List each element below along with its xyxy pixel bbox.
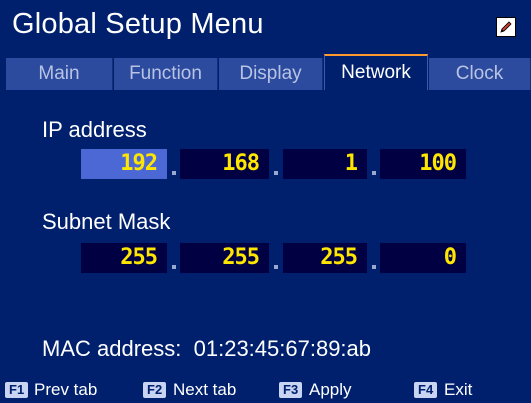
subnet-separator-2 — [274, 265, 278, 269]
f2-label: Next tab — [173, 380, 237, 399]
subnet-octet-2[interactable]: 255 — [180, 243, 269, 273]
ip-octet-1[interactable]: 192 — [81, 149, 167, 179]
ip-octet-3[interactable]: 1 — [283, 149, 367, 179]
ip-separator-1 — [172, 171, 176, 175]
tab-function[interactable]: Function — [114, 58, 218, 90]
subnet-octet-3[interactable]: 255 — [283, 243, 367, 273]
f2-key[interactable]: F2 — [143, 382, 167, 398]
f3-key[interactable]: F3 — [279, 382, 303, 398]
subnet-octet-1[interactable]: 255 — [81, 243, 167, 273]
subnet-separator-1 — [172, 265, 176, 269]
ip-octet-4[interactable]: 100 — [380, 149, 466, 179]
f4-label: Exit — [444, 380, 473, 399]
pencil-icon[interactable] — [496, 17, 516, 37]
ip-octet-2[interactable]: 168 — [180, 149, 269, 179]
window-title: Global Setup Menu — [12, 8, 264, 40]
title-bar: Global Setup Menu — [0, 0, 531, 50]
f4-key[interactable]: F4 — [414, 382, 438, 398]
ip-separator-2 — [274, 171, 278, 175]
f3-label: Apply — [309, 380, 352, 399]
tab-bar: Main Function Display Network Clock — [0, 54, 531, 90]
mac-address-row: MAC address: 01:23:45:67:89:ab — [42, 336, 371, 362]
f1-key[interactable]: F1 — [5, 382, 29, 398]
subnet-separator-3 — [372, 265, 376, 269]
tab-display[interactable]: Display — [219, 58, 323, 90]
function-key-bar: F1 Prev tab F2 Next tab F3 Apply F4 Exit — [0, 376, 531, 403]
ip-address-label: IP address — [42, 117, 147, 142]
f1-label: Prev tab — [34, 380, 98, 399]
ip-separator-3 — [372, 171, 376, 175]
mac-address-label: MAC address: — [42, 336, 182, 361]
tab-network[interactable]: Network — [324, 54, 428, 90]
mac-address-value: 01:23:45:67:89:ab — [193, 336, 372, 361]
subnet-octet-4[interactable]: 0 — [380, 243, 466, 273]
tab-clock[interactable]: Clock — [429, 58, 531, 90]
tab-main[interactable]: Main — [6, 58, 113, 90]
subnet-mask-label: Subnet Mask — [42, 209, 171, 234]
global-setup-screen: Global Setup Menu Main Function Display … — [0, 0, 531, 403]
